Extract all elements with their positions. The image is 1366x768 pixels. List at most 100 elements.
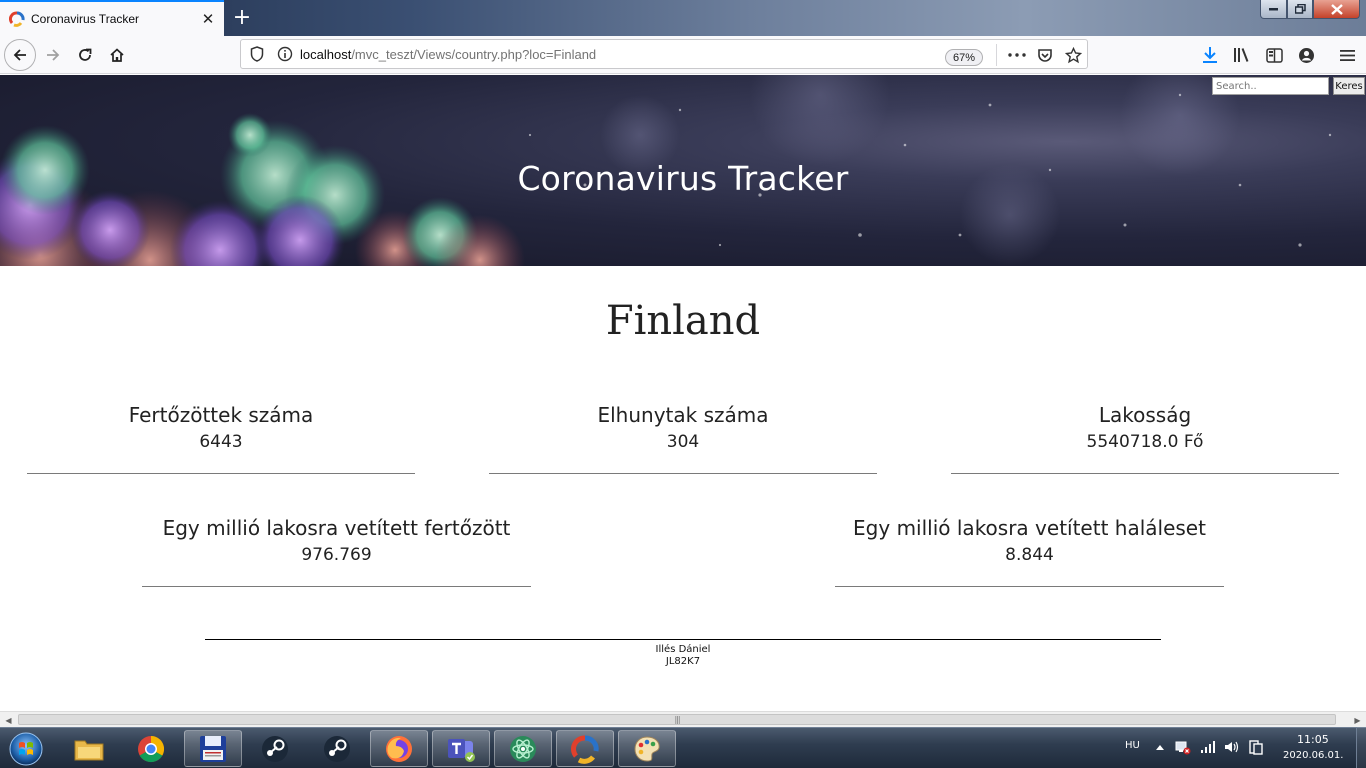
folder-icon [74, 740, 104, 760]
stat-population: Lakosság 5540718.0 Fő [951, 402, 1339, 474]
site-favicon-icon [9, 11, 25, 27]
search-button[interactable]: Keres [1333, 77, 1365, 95]
steam-icon [324, 735, 350, 762]
stat-label: Lakosság [1098, 403, 1192, 427]
taskbar-app-logo[interactable] [556, 730, 614, 767]
window-close-button[interactable] [1313, 0, 1360, 19]
tab-strip: Coronavirus Tracker ✕ + [0, 0, 1366, 36]
app-logo-icon [570, 735, 599, 764]
stat-divider [951, 473, 1339, 474]
stat-divider [27, 473, 415, 474]
start-button-icon[interactable] [6, 730, 46, 767]
stat-label: Egy millió lakosra vetített fertőzött [162, 516, 511, 540]
footer-divider [205, 639, 1161, 640]
footer-code: JL82K7 [665, 656, 701, 667]
paint-palette-icon [634, 735, 660, 762]
taskbar-chrome[interactable] [122, 730, 180, 767]
menu-hamburger-icon[interactable] [1336, 44, 1358, 66]
site-title: Coronavirus Tracker [517, 159, 849, 198]
pocket-icon[interactable] [1034, 44, 1056, 66]
page-actions-icon[interactable] [1006, 44, 1028, 66]
tab-title: Coronavirus Tracker [31, 12, 140, 26]
scrollbar-thumb[interactable]: ||| [18, 714, 1336, 725]
restore-icon [1294, 4, 1306, 14]
stat-infected: Fertőzöttek száma 6443 [27, 402, 415, 474]
urlbar-separator [996, 44, 997, 66]
back-button[interactable] [4, 39, 36, 71]
taskbar-teams[interactable] [432, 730, 490, 767]
taskbar-paint[interactable] [618, 730, 676, 767]
clock-time[interactable]: 11:05 [1297, 733, 1329, 746]
signal-strength-icon[interactable] [1199, 738, 1217, 756]
sidebar-toggle-icon[interactable] [1263, 44, 1285, 66]
forward-button[interactable] [37, 39, 69, 71]
library-icon[interactable] [1231, 44, 1253, 66]
taskbar-firefox[interactable] [370, 730, 428, 767]
forward-arrow-icon [47, 49, 60, 61]
home-button[interactable] [101, 39, 133, 71]
stat-divider [835, 586, 1224, 587]
atom-icon [510, 735, 536, 762]
back-arrow-icon [13, 49, 26, 61]
stat-divider [489, 473, 877, 474]
firefox-icon [386, 735, 412, 762]
clock-date[interactable]: 2020.06.01. [1283, 750, 1343, 761]
home-icon [110, 48, 124, 62]
stat-value: 976.769 [301, 545, 372, 565]
stat-value: 6443 [199, 432, 243, 452]
url-path: /mvc_teszt/Views/country.php?loc=Finland [351, 46, 597, 62]
site-info-icon[interactable] [277, 46, 293, 62]
downloads-icon[interactable] [1199, 44, 1221, 66]
stat-infected-per-million: Egy millió lakosra vetített fertőzött 97… [142, 515, 531, 587]
action-center-icon[interactable] [1247, 738, 1265, 756]
network-warning-icon[interactable] [1174, 738, 1192, 756]
window-maximize-button[interactable] [1287, 0, 1313, 19]
taskbar-atom[interactable] [494, 730, 552, 767]
minimize-icon [1268, 8, 1278, 11]
country-title: Finland [605, 298, 761, 344]
stat-divider [142, 586, 531, 587]
window-close-icon [1330, 3, 1343, 15]
navigation-bar: localhost/mvc_teszt/Views/country.php?lo… [0, 36, 1366, 74]
reload-button[interactable] [69, 39, 101, 71]
tab-coronavirus-tracker[interactable]: Coronavirus Tracker ✕ [0, 0, 224, 36]
steam-icon [262, 735, 288, 762]
footer-author: Illés Dániel [655, 644, 711, 655]
url-text[interactable]: localhost/mvc_teszt/Views/country.php?lo… [300, 47, 596, 62]
new-tab-plus-icon[interactable]: + [229, 4, 255, 30]
taskbar-save-app[interactable] [184, 730, 242, 767]
window-minimize-button[interactable] [1260, 0, 1287, 19]
stat-value: 8.844 [1005, 545, 1054, 565]
stat-deaths: Elhunytak száma 304 [489, 402, 877, 474]
show-desktop-button[interactable] [1356, 727, 1366, 768]
zoom-level-badge[interactable]: 67% [945, 49, 983, 66]
language-indicator[interactable]: HU [1125, 740, 1140, 751]
taskbar-steam-1[interactable] [246, 730, 304, 767]
tracking-shield-icon[interactable] [249, 46, 265, 62]
stat-value: 304 [666, 432, 700, 452]
account-icon[interactable] [1295, 44, 1317, 66]
footer: Illés Dániel JL82K7 [0, 644, 1366, 668]
stat-label: Elhunytak száma [597, 403, 769, 427]
stat-deaths-per-million: Egy millió lakosra vetített haláleset 8.… [835, 515, 1224, 587]
stat-label: Egy millió lakosra vetített haláleset [853, 516, 1206, 540]
tab-close-icon[interactable]: ✕ [196, 7, 220, 31]
stat-label: Fertőzöttek száma [128, 403, 314, 427]
tray-expand-icon[interactable] [1151, 738, 1169, 756]
chrome-icon [138, 735, 165, 762]
header-banner: Coronavirus Tracker Keres [0, 75, 1366, 266]
stat-value: 5540718.0 Fő [1086, 432, 1204, 452]
taskbar-steam-2[interactable] [308, 730, 366, 767]
web-page: Coronavirus Tracker Keres Finland Fertőz… [0, 75, 1366, 711]
bookmark-star-icon[interactable] [1062, 44, 1084, 66]
volume-icon[interactable] [1223, 738, 1241, 756]
url-host: localhost [300, 46, 352, 62]
floppy-disk-icon [200, 735, 226, 762]
scroll-right-icon[interactable]: ▶ [1349, 712, 1366, 728]
teams-icon [448, 738, 475, 762]
search-input[interactable] [1212, 77, 1329, 95]
taskbar-file-explorer[interactable] [60, 730, 118, 767]
horizontal-scrollbar[interactable]: ◀ ||| ▶ [0, 711, 1366, 727]
scroll-left-icon[interactable]: ◀ [0, 712, 17, 728]
reload-icon [79, 48, 92, 61]
